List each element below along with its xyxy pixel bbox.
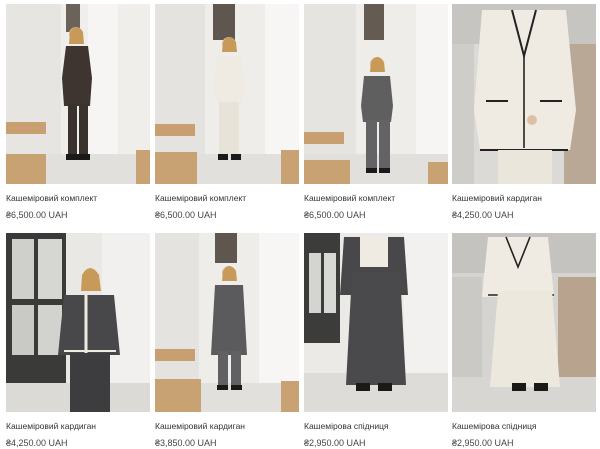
product-price: ₴4,250.00 UAH: [6, 438, 68, 448]
product-name[interactable]: Кашеміровий комплект: [6, 193, 97, 203]
product-image-5[interactable]: [6, 233, 150, 412]
product-name[interactable]: Кашеміровий кардиган: [6, 421, 96, 431]
product-price: ₴6,500.00 UAH: [155, 210, 217, 220]
model-photo: [155, 4, 299, 184]
model-photo: [6, 4, 150, 184]
product-image-4[interactable]: [452, 4, 596, 184]
product-image-7[interactable]: [304, 233, 448, 412]
model-photo: [304, 233, 448, 412]
product-name[interactable]: Кашеміровий комплект: [304, 193, 395, 203]
product-name[interactable]: Кашемірова спідниця: [452, 421, 537, 431]
product-image-3[interactable]: [304, 4, 448, 184]
model-photo: [6, 233, 150, 412]
model-photo: [452, 233, 596, 412]
product-price: ₴6,500.00 UAH: [6, 210, 68, 220]
product-name[interactable]: Кашеміровий кардиган: [452, 193, 542, 203]
product-name[interactable]: Кашеміровий кардиган: [155, 421, 245, 431]
product-price: ₴3,850.00 UAH: [155, 438, 217, 448]
model-photo: [452, 4, 596, 184]
product-image-8[interactable]: [452, 233, 596, 412]
product-price: ₴2,950.00 UAH: [452, 438, 514, 448]
product-price: ₴2,950.00 UAH: [304, 438, 366, 448]
product-image-2[interactable]: [155, 4, 299, 184]
product-image-6[interactable]: [155, 233, 299, 412]
model-photo: [155, 233, 299, 412]
product-price: ₴4,250.00 UAH: [452, 210, 514, 220]
product-name[interactable]: Кашеміровий комплект: [155, 193, 246, 203]
product-name[interactable]: Кашемірова спідниця: [304, 421, 389, 431]
product-price: ₴6,500.00 UAH: [304, 210, 366, 220]
model-photo: [304, 4, 448, 184]
product-image-1[interactable]: [6, 4, 150, 184]
